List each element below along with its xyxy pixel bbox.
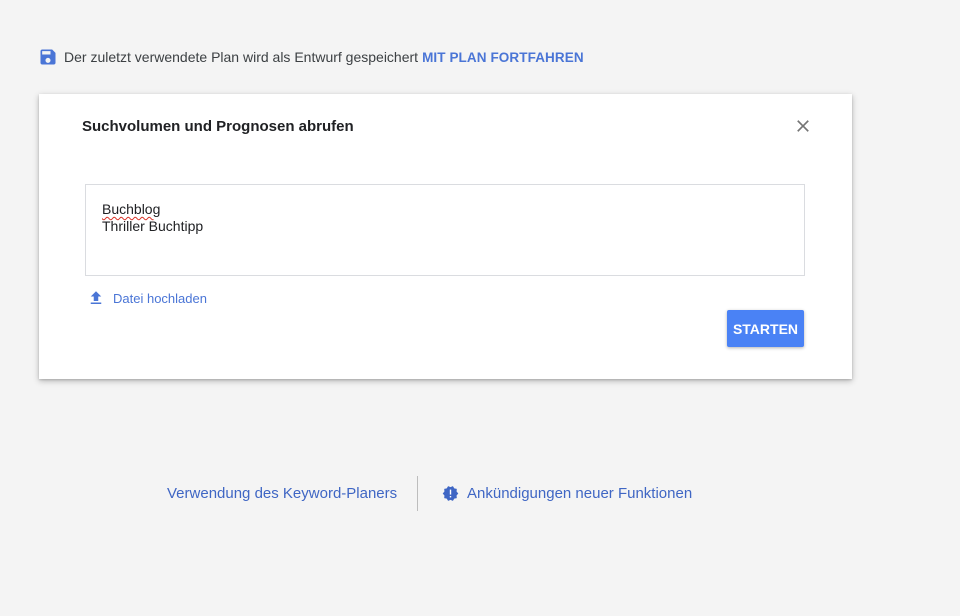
search-volume-dialog: Suchvolumen und Prognosen abrufen Buchbl… — [39, 94, 852, 379]
upload-label: Datei hochladen — [113, 290, 207, 306]
feature-announcements-label: Ankündigungen neuer Funktionen — [467, 485, 693, 502]
draft-notice: Der zuletzt verwendete Plan wird als Ent… — [38, 47, 584, 67]
keyword-planner-usage-link[interactable]: Verwendung des Keyword-Planers — [167, 485, 397, 502]
save-icon — [38, 47, 58, 67]
continue-plan-link[interactable]: MIT PLAN FORTFAHREN — [422, 50, 584, 65]
keyword-line: Buchblog — [102, 201, 161, 217]
keyword-line: Thriller Buchtipp — [102, 218, 204, 234]
footer-divider — [417, 476, 418, 511]
start-button[interactable]: STARTEN — [727, 310, 804, 347]
keywords-textarea[interactable]: Buchblog Thriller Buchtipp — [85, 184, 805, 276]
upload-file-link[interactable]: Datei hochladen — [87, 288, 207, 308]
new-badge-icon — [442, 485, 459, 502]
draft-notice-text: Der zuletzt verwendete Plan wird als Ent… — [64, 49, 419, 65]
upload-icon — [87, 289, 105, 307]
dialog-title: Suchvolumen und Prognosen abrufen — [82, 118, 354, 135]
footer-links: Verwendung des Keyword-Planers Ankündigu… — [0, 476, 960, 512]
feature-announcements-link[interactable]: Ankündigungen neuer Funktionen — [442, 485, 692, 502]
close-button[interactable] — [791, 114, 815, 138]
close-icon — [793, 116, 813, 136]
